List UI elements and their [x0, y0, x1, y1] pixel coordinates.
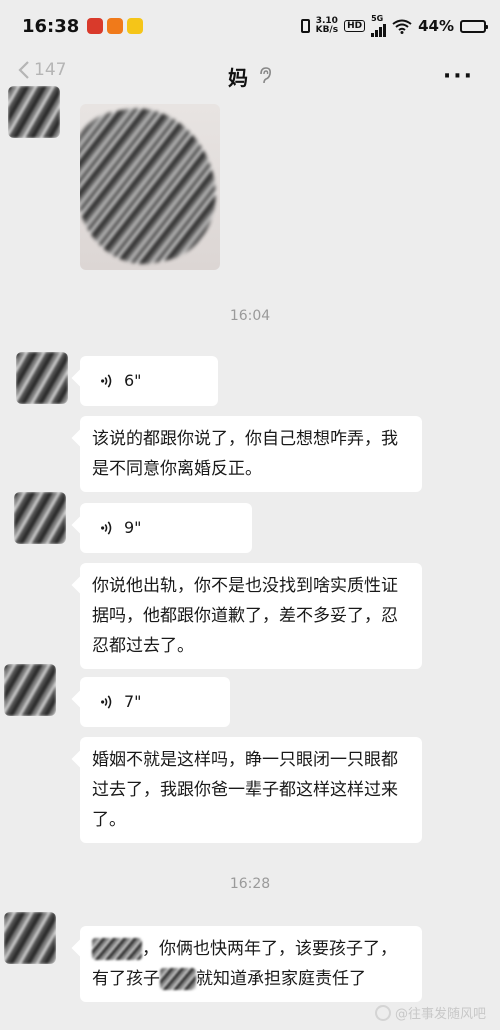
- status-bar: 16:38 3.10 KB/s HD 5G 44%: [0, 0, 500, 52]
- earpiece-mode-icon: [260, 67, 271, 84]
- voice-duration: 6": [124, 371, 142, 390]
- chat-title: 妈: [228, 65, 248, 90]
- chat-title-group[interactable]: 妈: [228, 62, 272, 91]
- text-message[interactable]: 婚姻不就是这样吗，睁一只眼闭一只眼都过去了，我跟你爸一辈子都这样这样过来了。: [80, 737, 422, 843]
- watermark: @往事发随风吧: [374, 1003, 486, 1022]
- more-button[interactable]: ···: [443, 64, 474, 89]
- avatar[interactable]: [14, 492, 66, 544]
- wifi-icon: [392, 19, 412, 34]
- timestamp-divider: 16:28: [229, 876, 271, 892]
- message-text: ，你俩也快两年了，该要孩子了，有了孩子 就知道承担家庭责任了: [92, 938, 397, 990]
- text-message[interactable]: 该说的都跟你说了，你自己想想咋弄，我是不同意你离婚反正。: [80, 416, 422, 492]
- redacted-name: [160, 968, 196, 990]
- voice-message[interactable]: 6": [80, 356, 218, 406]
- voice-message[interactable]: 7": [80, 677, 230, 727]
- net-speed-unit: KB/s: [315, 25, 339, 35]
- avatar[interactable]: [16, 352, 68, 404]
- message-text: 婚姻不就是这样吗，睁一只眼闭一只眼都过去了，我跟你爸一辈子都这样这样过来了。: [92, 750, 398, 830]
- notification-app-icon: [107, 18, 124, 34]
- notification-app-icon: [87, 18, 104, 34]
- status-indicators: 3.10 KB/s HD 5G 44%: [300, 14, 488, 37]
- avatar[interactable]: [4, 912, 56, 964]
- net-speed: 3.10 KB/s: [316, 17, 338, 35]
- status-app-icons: [87, 18, 144, 34]
- avatar[interactable]: [4, 664, 56, 716]
- watermark-text: @往事发随风吧: [394, 1007, 486, 1022]
- text-message[interactable]: ，你俩也快两年了，该要孩子了，有了孩子 就知道承担家庭责任了: [80, 926, 422, 1002]
- message-text: 你说他出轨，你不是也没找到啥实质性证据吗，他都跟你道歉了，差不多妥了，忍忍都过去…: [92, 576, 398, 656]
- more-dots-icon: ···: [442, 64, 474, 89]
- redacted-image: [80, 104, 220, 270]
- voice-duration: 9": [124, 518, 142, 537]
- voice-message[interactable]: 9": [80, 503, 252, 553]
- battery-icon: [460, 19, 488, 33]
- battery-percent: 44%: [418, 17, 454, 35]
- text-message[interactable]: 你说他出轨，你不是也没找到啥实质性证据吗，他都跟你道歉了，差不多妥了，忍忍都过去…: [80, 563, 422, 669]
- network-type: 5G: [371, 14, 384, 23]
- watermark-logo-icon: [374, 1004, 391, 1021]
- voice-duration: 7": [124, 692, 142, 711]
- cellular-signal-icon: 5G: [371, 14, 387, 37]
- hd-badge: HD: [344, 20, 366, 32]
- voice-wave-icon: [100, 519, 114, 537]
- back-button[interactable]: 147: [18, 60, 66, 80]
- voice-wave-icon: [100, 693, 114, 711]
- notification-app-icon: [127, 18, 144, 34]
- chevron-left-icon: [18, 61, 29, 79]
- timestamp-divider: 16:04: [229, 308, 271, 324]
- avatar[interactable]: [8, 86, 60, 138]
- unread-count: 147: [34, 60, 67, 80]
- vibrate-icon: [300, 19, 310, 33]
- message-text: 该说的都跟你说了，你自己想想咋弄，我是不同意你离婚反正。: [92, 429, 398, 479]
- chat-header: 147 妈 ···: [0, 52, 500, 100]
- redacted-name: [92, 938, 142, 960]
- status-time: 16:38: [22, 15, 80, 37]
- voice-wave-icon: [100, 372, 114, 390]
- message-text-part: 就知道承担家庭责任了: [196, 969, 366, 989]
- image-message[interactable]: [80, 104, 220, 270]
